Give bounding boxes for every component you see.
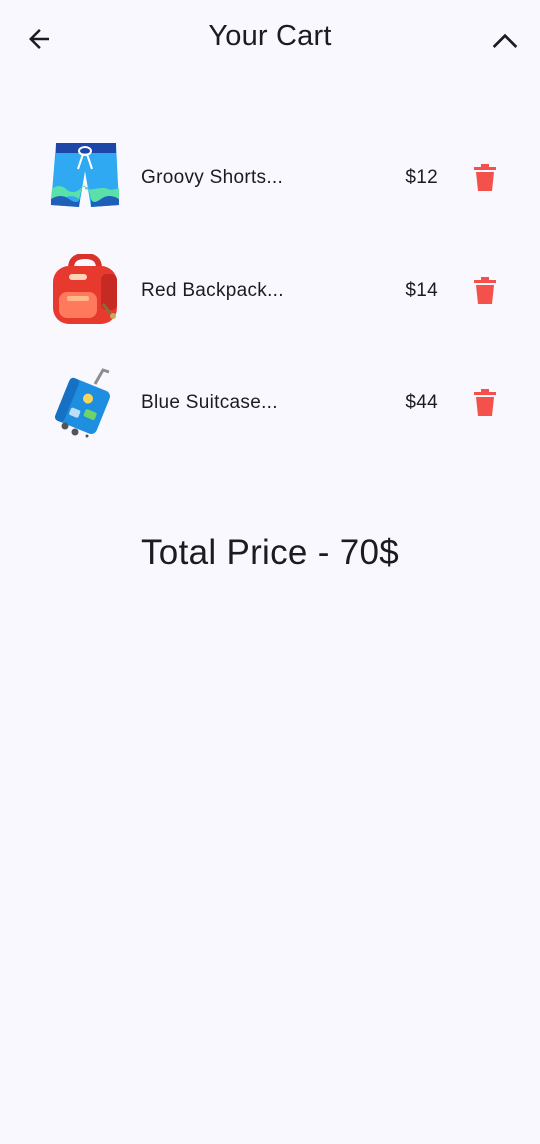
app-bar: Your Cart — [0, 0, 540, 80]
trash-icon — [474, 389, 496, 416]
backpack-icon — [53, 253, 117, 324]
item-name: Groovy Shorts... — [141, 167, 284, 188]
delete-button[interactable] — [464, 382, 506, 424]
item-name: Red Backpack... — [141, 279, 284, 301]
cart-item[interactable]: Groovy Shorts... $12 — [0, 121, 540, 234]
item-price: $14 — [405, 279, 438, 301]
cart-item[interactable]: Red Backpack... $14 — [0, 234, 540, 347]
item-price: $12 — [405, 167, 438, 188]
shorts-icon — [51, 143, 119, 207]
cart-item[interactable]: Blue Suitcase... $44 — [0, 346, 540, 459]
item-price: $44 — [405, 392, 438, 413]
trash-icon — [474, 164, 496, 191]
page-title: Your Cart — [208, 20, 332, 52]
suitcase-icon — [54, 368, 110, 438]
collapse-button[interactable] — [482, 18, 528, 64]
delete-button[interactable] — [464, 270, 506, 312]
cart-list: Groovy Shorts... $12 Red Backpack... $14 — [0, 121, 540, 459]
delete-button[interactable] — [464, 157, 506, 199]
trash-icon — [474, 276, 496, 304]
total-price: Total Price - 70$ — [141, 533, 399, 572]
item-name: Blue Suitcase... — [141, 392, 278, 413]
chevron-up-icon — [492, 33, 518, 48]
